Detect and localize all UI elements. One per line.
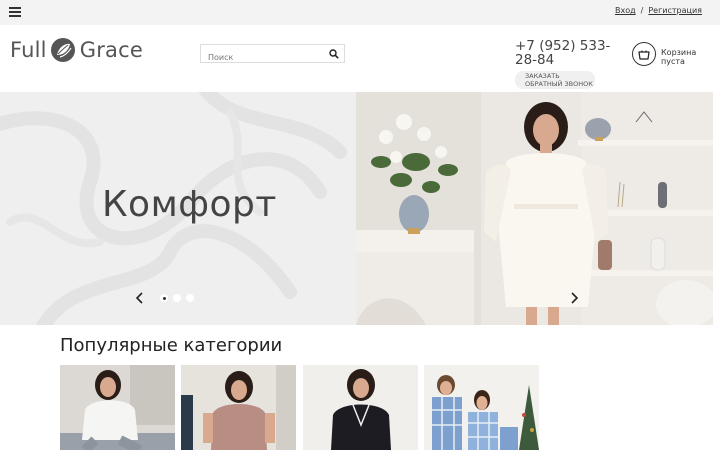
- slider-dot-1[interactable]: [160, 294, 168, 302]
- category-image-woman-black-pajamas: [303, 365, 418, 450]
- search-input[interactable]: [201, 49, 321, 66]
- category-card[interactable]: [303, 365, 418, 450]
- top-bar: Вход / Регистрация: [0, 0, 720, 25]
- category-card[interactable]: [181, 365, 296, 450]
- leaf-circle-icon: [50, 38, 75, 62]
- auth-separator: /: [640, 6, 644, 15]
- phone-number[interactable]: +7 (952) 533-28-84: [515, 39, 630, 67]
- hamburger-icon[interactable]: [9, 7, 21, 17]
- cart-button[interactable]: [632, 42, 656, 66]
- category-card[interactable]: [424, 365, 539, 450]
- auth-links: Вход / Регистрация: [615, 6, 702, 15]
- chevron-left-icon[interactable]: [133, 291, 147, 305]
- slider-dots: [160, 294, 194, 302]
- logo-word-grace: Grace: [79, 38, 143, 62]
- hero-banner[interactable]: Комфорт: [0, 92, 713, 325]
- basket-icon: [638, 50, 650, 60]
- search-box: [200, 44, 345, 66]
- logo-word-full: Full: [10, 38, 47, 62]
- callback-button[interactable]: ЗАКАЗАТЬ ОБРАТНЫЙ ЗВОНОК: [515, 71, 595, 89]
- slider-dot-2[interactable]: [173, 294, 181, 302]
- search-icon[interactable]: [329, 49, 339, 59]
- category-image-couple-plaid-pajamas: [424, 365, 539, 450]
- category-image-woman-white-sweatshirt: [60, 365, 175, 450]
- hero-title: Комфорт: [102, 184, 277, 225]
- section-title-popular-categories: Популярные категории: [60, 335, 283, 356]
- category-image-woman-pink-top: [181, 365, 296, 450]
- slider-dot-3[interactable]: [186, 294, 194, 302]
- chevron-right-icon[interactable]: [567, 291, 581, 305]
- login-link[interactable]: Вход: [615, 6, 636, 15]
- register-link[interactable]: Регистрация: [648, 6, 702, 15]
- logo[interactable]: Full Grace: [10, 35, 143, 65]
- category-card[interactable]: [60, 365, 175, 450]
- cart-label[interactable]: Корзина пуста: [661, 48, 720, 66]
- hero-photo-woman-robe: [356, 92, 713, 325]
